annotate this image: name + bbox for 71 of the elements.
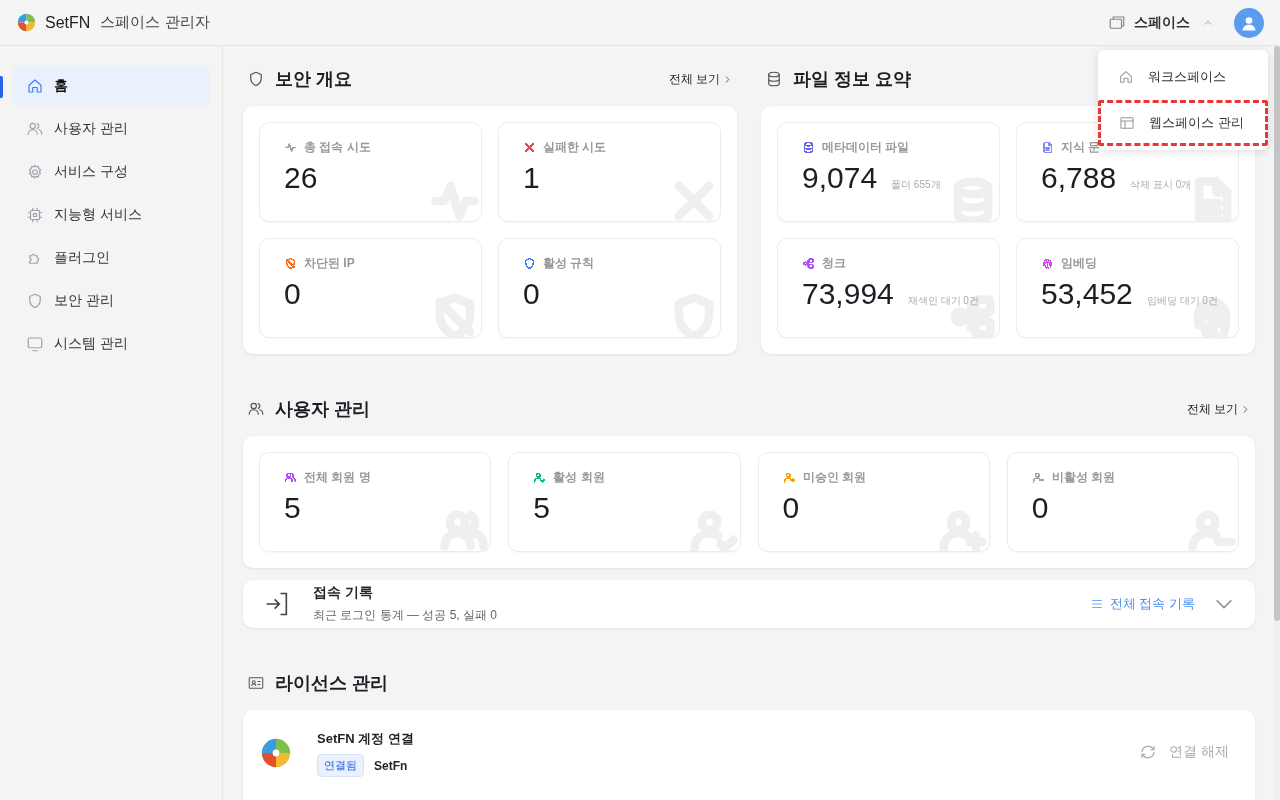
shield-icon — [247, 70, 265, 88]
chip-icon — [26, 206, 44, 224]
sidebar-item[interactable]: 홈 — [12, 66, 210, 106]
stat-label: 활성 회원 — [553, 468, 605, 486]
stat-label: 지식 문 — [1061, 138, 1101, 156]
sync-icon — [1139, 743, 1158, 761]
sidebar-item[interactable]: 지능형 서비스 — [12, 195, 210, 235]
stat-label: 청크 — [822, 254, 846, 272]
access-log-summary: 최근 로그인 통계 — 성공 5, 실패 0 — [313, 607, 498, 624]
stat-label: 차단된 IP — [304, 254, 355, 272]
stat-value: 0 — [284, 277, 301, 311]
stat-label: 미승인 회원 — [802, 468, 866, 486]
brand-name: SetFN — [45, 13, 91, 32]
stat-label: 활성 규칙 — [543, 254, 595, 272]
stat-note: 임베딩 대기 0건 — [1146, 294, 1218, 308]
sidebar-item[interactable]: 플러그인 — [12, 238, 210, 278]
stat-note: 삭제 표시 0개 — [1130, 178, 1192, 192]
stat-value: 73,994 — [802, 277, 894, 311]
stat-note: 재색인 대기 0건 — [907, 294, 979, 308]
users-icon — [247, 400, 265, 418]
layout-icon — [1119, 115, 1135, 131]
monitor-icon — [26, 335, 44, 353]
section-title: 보안 개요 — [275, 68, 352, 91]
active-indicator — [0, 76, 3, 98]
list-icon — [1089, 597, 1104, 611]
sidebar-item[interactable]: 서비스 구성 — [12, 152, 210, 192]
view-all-link[interactable]: 전체 보기 — [668, 70, 733, 88]
stat-label: 전체 회원 명 — [304, 468, 371, 486]
access-log-title: 접속 기록 — [313, 584, 374, 602]
status-badge: 연결됨 — [317, 754, 364, 777]
section-title: 파일 정보 요약 — [793, 68, 911, 91]
stat-value: 0 — [782, 491, 800, 525]
scrollbar[interactable] — [1274, 46, 1280, 800]
app-title: 스페이스 관리자 — [100, 13, 210, 32]
home-icon — [26, 77, 44, 95]
home-icon — [1118, 69, 1134, 85]
stat-value: 0 — [523, 277, 540, 311]
stat-value: 9,074 — [802, 161, 878, 195]
stat-label: 임베딩 — [1061, 254, 1097, 272]
stat-value: 5 — [284, 491, 301, 525]
view-all-link[interactable]: 전체 보기 — [1186, 400, 1251, 418]
sidebar-item[interactable]: 사용자 관리 — [12, 109, 210, 149]
stat-label: 비활성 회원 — [1051, 468, 1116, 486]
database-icon — [765, 70, 783, 88]
menu-item[interactable]: 웹스페이스 관리 — [1098, 100, 1268, 146]
sidebar-item[interactable]: 시스템 관리 — [12, 324, 210, 364]
avatar-button[interactable] — [1234, 7, 1264, 38]
stat-note: 폴더 655개 — [891, 178, 941, 192]
stat-label: 총 접속 시도 — [304, 138, 371, 156]
space-menu-button[interactable]: 스페이스 — [1108, 13, 1214, 32]
gear-icon — [26, 163, 44, 181]
stat-label: 실패한 시도 — [543, 138, 607, 156]
stat-value: 26 — [284, 161, 318, 195]
shield-icon — [26, 292, 44, 310]
id-card-icon — [247, 674, 265, 692]
stat-value: 5 — [533, 491, 550, 525]
windows-icon — [1108, 13, 1126, 32]
stat-value: 0 — [1031, 491, 1049, 525]
menu-item[interactable]: 워크스페이스 — [1098, 54, 1268, 100]
section-title: 라이선스 관리 — [275, 672, 388, 695]
stat-value: 6,788 — [1041, 161, 1117, 195]
sidebar-item[interactable]: 보안 관리 — [12, 281, 210, 321]
account-title: SetFN 계정 연결 — [317, 730, 414, 748]
logo-icon — [16, 12, 37, 33]
account-name: SetFn — [374, 758, 408, 773]
logo-icon — [259, 736, 293, 770]
section-title: 사용자 관리 — [275, 398, 370, 421]
users-icon — [26, 120, 44, 138]
stat-value: 1 — [523, 161, 540, 195]
stat-value: 53,452 — [1041, 277, 1133, 311]
stat-label: 메타데이터 파일 — [822, 138, 910, 156]
